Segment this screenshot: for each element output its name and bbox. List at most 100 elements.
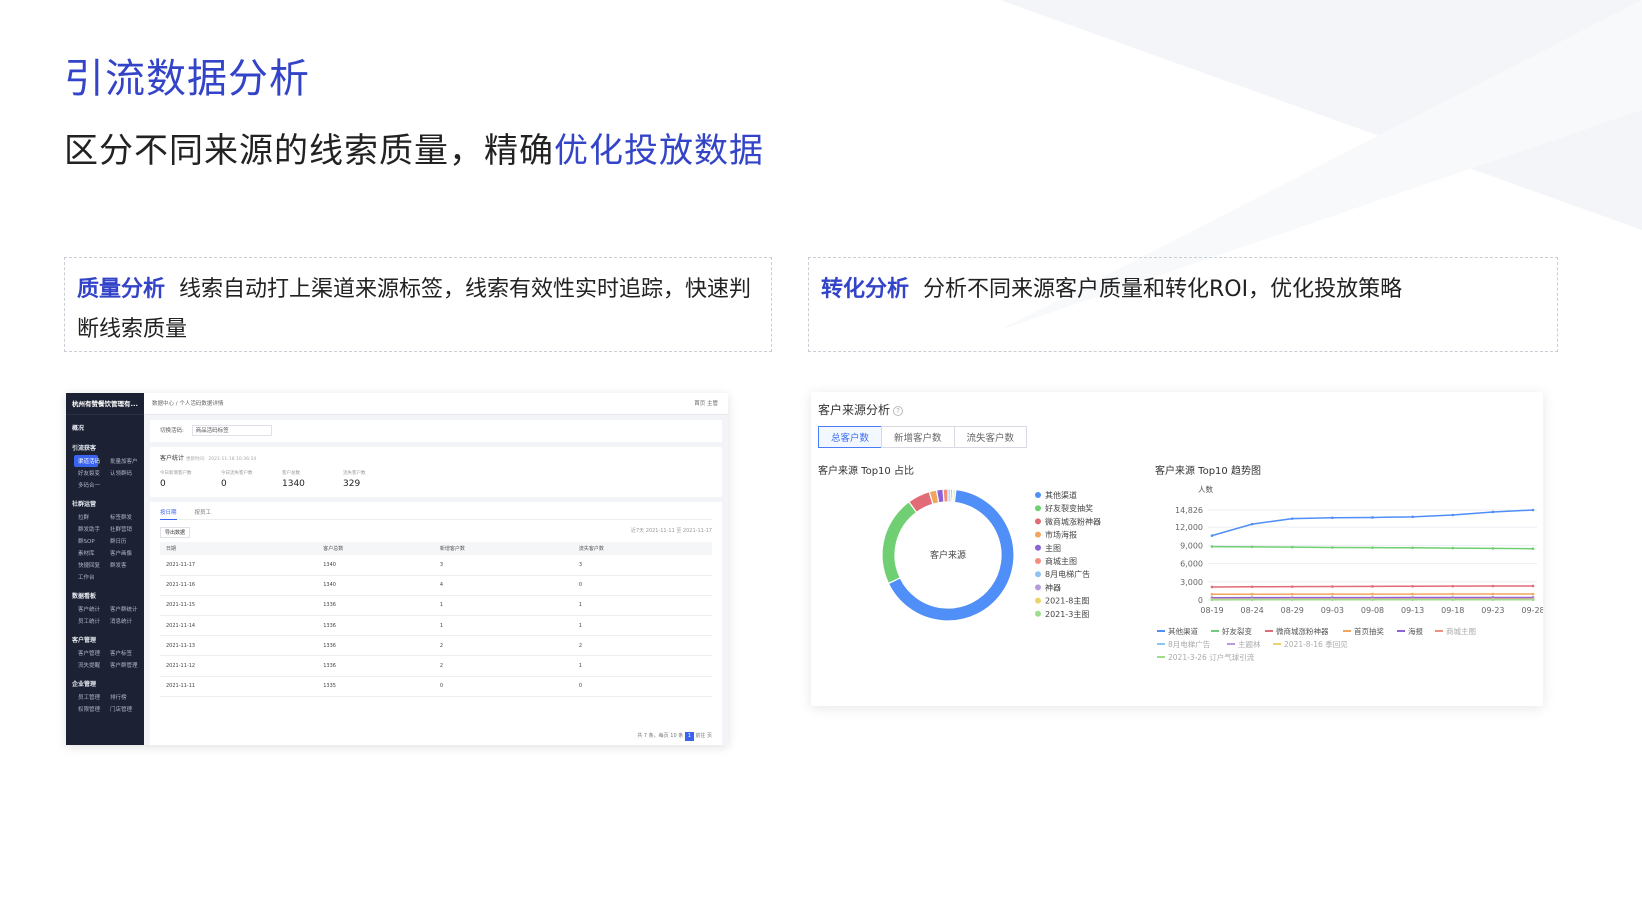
data-point[interactable] (1290, 545, 1294, 549)
sidebar-item[interactable]: 客户统计 (66, 603, 100, 615)
pie-slice[interactable] (881, 500, 918, 585)
data-point[interactable] (1411, 515, 1414, 519)
data-point[interactable] (1491, 547, 1495, 550)
data-point[interactable] (1210, 534, 1214, 537)
sidebar-item[interactable]: 排行榜 (98, 691, 130, 703)
metric-tab[interactable]: 流失客户数 (953, 426, 1028, 448)
data-point[interactable] (1210, 585, 1214, 589)
legend-label[interactable]: 主题林 (1238, 639, 1261, 649)
data-point[interactable] (1371, 592, 1374, 596)
data-point[interactable] (1451, 513, 1455, 517)
sidebar-item[interactable]: 群发助手 (66, 523, 100, 535)
data-point[interactable] (1371, 546, 1374, 549)
sidebar-section[interactable]: 社群运营 (66, 491, 144, 511)
data-point[interactable] (1451, 598, 1455, 602)
topbar-user[interactable]: 首页 主管 (694, 393, 718, 415)
qrcode-select[interactable]: 商品活码标签 (191, 425, 272, 436)
data-point[interactable] (1531, 508, 1535, 512)
data-point[interactable] (1411, 546, 1414, 550)
metric-tab[interactable]: 新增客户数 (881, 426, 955, 448)
view-tab[interactable]: 按日期 (160, 506, 177, 520)
legend-label[interactable]: 神器 (1045, 582, 1061, 592)
date-range-picker[interactable]: 近7天 2021-11-11 至 2021-11-17 (631, 527, 712, 534)
legend-label[interactable]: 首页抽奖 (1354, 626, 1384, 636)
sidebar-item[interactable]: 标签群发 (98, 511, 132, 523)
data-point[interactable] (1451, 592, 1455, 596)
pie-slice[interactable] (942, 488, 949, 503)
data-point[interactable] (1250, 592, 1254, 596)
data-point[interactable] (1491, 584, 1495, 588)
data-point[interactable] (1411, 598, 1414, 602)
sidebar-item[interactable]: 客户管理 (66, 647, 100, 659)
sidebar-item[interactable]: 群日历 (98, 535, 130, 547)
series-line[interactable] (1211, 509, 1534, 537)
data-point[interactable] (1491, 510, 1495, 514)
sidebar-item[interactable]: 消息统计 (98, 615, 132, 627)
data-point[interactable] (1331, 516, 1334, 520)
data-point[interactable] (1250, 522, 1254, 526)
data-point[interactable] (1210, 592, 1214, 596)
sidebar-item[interactable]: 快捷回复 (66, 559, 100, 571)
data-point[interactable] (1411, 584, 1414, 588)
data-point[interactable] (1250, 545, 1254, 549)
sidebar-item[interactable]: 客户标签 (98, 647, 132, 659)
sidebar-section[interactable]: 引流获客 (66, 435, 144, 455)
legend-label[interactable]: 主图 (1045, 543, 1061, 553)
data-point[interactable] (1411, 592, 1414, 596)
sidebar-item[interactable]: 流失提醒 (66, 659, 100, 671)
sidebar-item[interactable]: 批量加客户 (98, 455, 138, 467)
data-point[interactable] (1250, 598, 1254, 602)
sidebar-section[interactable]: 企业管理 (66, 671, 144, 691)
legend-label[interactable]: 8月电梯广告 (1168, 639, 1211, 649)
legend-label[interactable]: 好友裂变 (1222, 626, 1252, 636)
sidebar-item[interactable]: 拉群 (66, 511, 98, 523)
help-icon[interactable]: ? (893, 405, 904, 416)
sidebar-item[interactable]: 工作台 (66, 571, 98, 583)
view-tab[interactable]: 按员工 (195, 510, 212, 516)
metric-tab[interactable]: 总客户数 (818, 426, 883, 448)
legend-label[interactable]: 商城主图 (1045, 556, 1077, 566)
data-point[interactable] (1531, 592, 1535, 596)
legend-label[interactable]: 微商城涨粉神器 (1276, 626, 1329, 636)
data-point[interactable] (1451, 584, 1455, 588)
legend-label[interactable]: 好友裂变抽奖 (1045, 503, 1093, 513)
sidebar-item[interactable]: 多码合一 (66, 479, 100, 491)
data-point[interactable] (1371, 598, 1374, 602)
data-point[interactable] (1491, 592, 1495, 596)
sidebar-item[interactable]: 群发客 (98, 559, 130, 571)
sidebar-section[interactable]: 客户管理 (66, 627, 144, 647)
breadcrumb[interactable]: 数据中心 / 个人活码数据详情 (152, 401, 223, 407)
table-header[interactable]: 新增客户数 (433, 542, 573, 555)
data-point[interactable] (1290, 585, 1294, 588)
sidebar-item[interactable]: 员工管理 (66, 691, 100, 703)
legend-label[interactable]: 2021-8-16 季回见 (1284, 639, 1348, 649)
data-point[interactable] (1331, 592, 1334, 596)
data-point[interactable] (1331, 585, 1334, 588)
sidebar-item[interactable]: 社群营销 (98, 523, 132, 535)
export-button[interactable]: 导出数据 (160, 527, 191, 538)
sidebar-item[interactable]: 员工统计 (66, 615, 100, 627)
data-point[interactable] (1290, 598, 1294, 602)
data-point[interactable] (1210, 598, 1214, 602)
sidebar-item[interactable]: 认领群码 (98, 467, 132, 479)
legend-label[interactable]: 商城主图 (1446, 626, 1476, 636)
table-header[interactable]: 流失客户数 (572, 542, 712, 555)
data-point[interactable] (1331, 598, 1334, 602)
data-point[interactable] (1371, 585, 1374, 588)
data-point[interactable] (1531, 547, 1535, 551)
data-point[interactable] (1290, 517, 1294, 520)
legend-label[interactable]: 其他渠道 (1168, 626, 1198, 636)
legend-label[interactable]: 8月电梯广告 (1045, 569, 1090, 579)
table-header[interactable]: 日期 (160, 542, 318, 555)
sidebar-section[interactable]: 数据看板 (66, 583, 144, 603)
data-point[interactable] (1290, 592, 1294, 596)
sidebar-item[interactable]: 客户画像 (98, 547, 132, 559)
data-point[interactable] (1210, 545, 1214, 548)
sidebar-item[interactable]: 素材库 (66, 547, 98, 559)
data-point[interactable] (1250, 585, 1254, 589)
data-point[interactable] (1531, 584, 1535, 588)
legend-label[interactable]: 微商城涨粉神器 (1045, 516, 1101, 526)
data-point[interactable] (1531, 598, 1535, 602)
pager-goto[interactable]: 前往 页 (695, 733, 712, 739)
legend-label[interactable]: 市场海报 (1045, 530, 1077, 540)
